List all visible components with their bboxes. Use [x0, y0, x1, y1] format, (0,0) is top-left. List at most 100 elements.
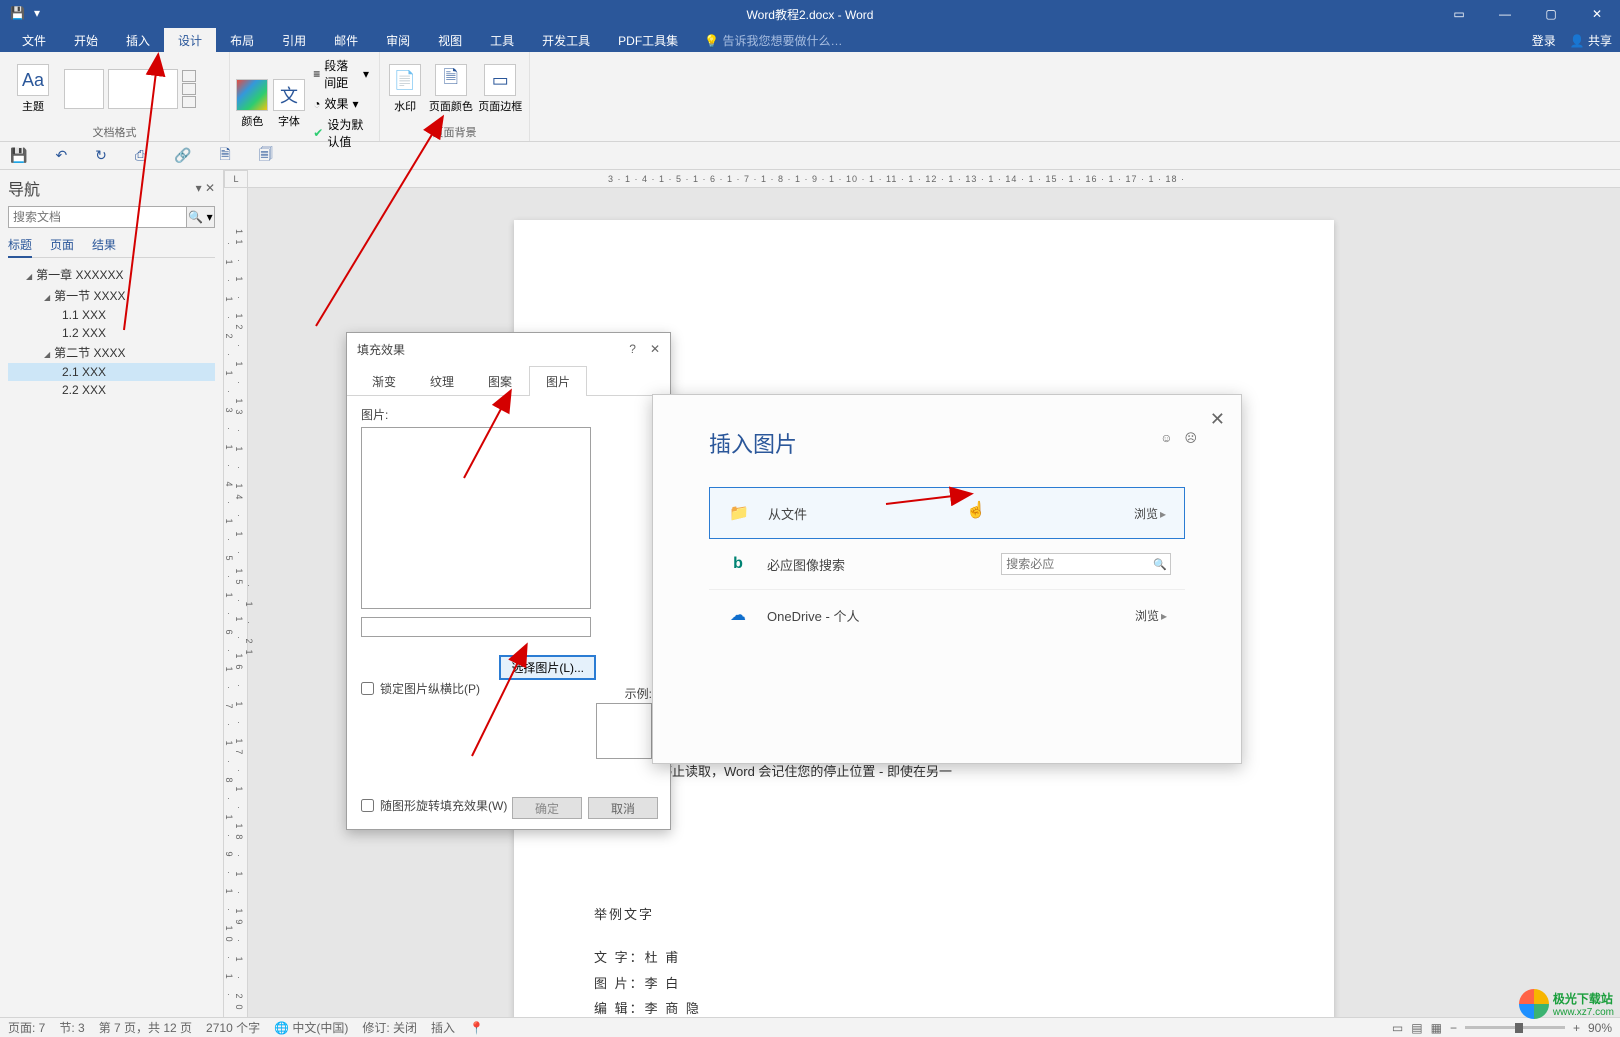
tab-developer[interactable]: 开发工具 [528, 28, 604, 52]
share-button[interactable]: 👤 共享 [1570, 32, 1612, 49]
zoom-slider[interactable] [1465, 1026, 1565, 1029]
themes-button[interactable]: Aa 主题 [6, 56, 60, 122]
page-color-button[interactable]: 🗎 页面颜色 [428, 56, 473, 122]
theme-thumb-2[interactable] [108, 69, 178, 109]
tab-pdf[interactable]: PDF工具集 [604, 28, 692, 52]
view-web-icon[interactable]: ▦ [1431, 1021, 1442, 1035]
tell-me-box[interactable]: 💡 告诉我您想要做什么… [704, 32, 842, 49]
lock-ratio-checkbox[interactable] [361, 682, 374, 695]
close-icon[interactable]: ✕ [1210, 409, 1225, 430]
undo-icon[interactable]: ↶ [55, 147, 67, 164]
qat-icon-4[interactable]: ⎙ [135, 147, 146, 164]
nav-tab-pages[interactable]: 页面 [50, 236, 74, 253]
tab-review[interactable]: 审阅 [372, 28, 424, 52]
tree-node-selected[interactable]: 2.1 XXX [8, 363, 215, 381]
effects-button[interactable]: ◔ 效果 ▾ [309, 94, 373, 113]
maximize-button[interactable]: ▢ [1528, 0, 1574, 28]
tab-layout[interactable]: 布局 [216, 28, 268, 52]
close-window-button[interactable]: ✕ [1574, 0, 1620, 28]
set-default-button[interactable]: ✔ 设为默认值 [309, 115, 373, 151]
group-label-page-bg: 页面背景 [386, 122, 523, 142]
tree-node[interactable]: 第一节 XXXX [8, 285, 215, 306]
tab-picture[interactable]: 图片 [529, 366, 587, 396]
nav-close-icon[interactable]: ✕ [205, 181, 215, 195]
fonts-button[interactable]: 文 字体 [273, 71, 306, 137]
status-page-total[interactable]: 页面: 7 [8, 1019, 45, 1036]
bing-row[interactable]: b 必应图像搜索 🔍 [709, 539, 1185, 590]
view-read-icon[interactable]: ▭ [1392, 1021, 1403, 1035]
zoom-level[interactable]: 90% [1588, 1021, 1612, 1035]
fonts-icon: 文 [273, 79, 305, 111]
status-page-of[interactable]: 第 7 页，共 12 页 [99, 1019, 192, 1036]
smile-icon[interactable]: ☺ [1160, 431, 1172, 445]
browse-link-2[interactable]: 浏览▸ [1135, 607, 1167, 624]
para-spacing-button[interactable]: ≡ 段落间距 ▾ [309, 56, 373, 92]
tab-pattern[interactable]: 图案 [471, 366, 529, 396]
from-file-row[interactable]: 📁 从文件 浏览▸ [709, 487, 1185, 539]
status-insert[interactable]: 插入 [431, 1019, 455, 1036]
status-section[interactable]: 节: 3 [59, 1019, 84, 1036]
status-words[interactable]: 2710 个字 [206, 1019, 260, 1036]
save-icon[interactable]: 💾 [10, 147, 27, 164]
tree-node[interactable]: 第二节 XXXX [8, 342, 215, 363]
tab-design[interactable]: 设计 [164, 28, 216, 52]
status-lang[interactable]: 🌐 中文(中国) [274, 1019, 348, 1036]
cancel-button[interactable]: 取消 [588, 797, 658, 819]
browse-link[interactable]: 浏览▸ [1134, 505, 1166, 522]
theme-thumb-1[interactable] [64, 69, 104, 109]
zoom-out-icon[interactable]: − [1450, 1021, 1457, 1035]
redo-icon[interactable]: ↻ [95, 147, 107, 164]
select-picture-button[interactable]: 选择图片(L)... [499, 655, 596, 680]
status-track[interactable]: 修订: 关闭 [362, 1019, 417, 1036]
nav-search[interactable]: 🔍 ▾ [8, 206, 215, 228]
tree-node[interactable]: 第一章 XXXXXX [8, 264, 215, 285]
ok-button[interactable]: 确定 [512, 797, 582, 819]
gallery-up-icon[interactable] [182, 70, 196, 82]
rotate-label: 随图形旋转填充效果(W) [380, 797, 507, 814]
nav-tab-results[interactable]: 结果 [92, 236, 116, 253]
onedrive-row[interactable]: ☁ OneDrive - 个人 浏览▸ [709, 590, 1185, 640]
login-link[interactable]: 登录 [1532, 32, 1556, 49]
bing-search-input[interactable] [1001, 553, 1171, 575]
tree-node[interactable]: 1.1 XXX [8, 306, 215, 324]
search-icon[interactable]: 🔍 [1153, 558, 1167, 571]
tab-view[interactable]: 视图 [424, 28, 476, 52]
ribbon-display-icon[interactable]: ▭ [1436, 0, 1482, 28]
gallery-down-icon[interactable] [182, 83, 196, 95]
qat-icon-7[interactable]: 🗐 [259, 144, 273, 168]
colors-button[interactable]: 颜色 [236, 71, 269, 137]
cursor-icon: ☝ [966, 500, 986, 520]
search-input[interactable] [9, 207, 186, 227]
nav-tab-headings[interactable]: 标题 [8, 236, 32, 258]
minimize-button[interactable]: — [1482, 0, 1528, 28]
tab-texture[interactable]: 纹理 [413, 366, 471, 396]
watermark: 极光下载站 www.xz7.com [1519, 989, 1614, 1019]
tree-node[interactable]: 2.2 XXX [8, 381, 215, 399]
tab-gradient[interactable]: 渐变 [355, 366, 413, 396]
qat-icon-6[interactable]: 🗎 [220, 144, 231, 168]
vertical-ruler[interactable]: · 1 · 1 · 2 · 1 · 3 · 1 · 4 · 1 · 5 · 1 … [224, 188, 248, 1017]
watermark-button[interactable]: 📄 水印 [386, 56, 424, 122]
tab-tools[interactable]: 工具 [476, 28, 528, 52]
nav-dropdown-icon[interactable]: ▾ [196, 181, 202, 195]
qat-arrow-icon[interactable]: ▾ [34, 6, 50, 22]
zoom-in-icon[interactable]: + [1573, 1021, 1580, 1035]
help-icon[interactable]: ? [629, 342, 636, 356]
rotate-checkbox[interactable] [361, 799, 374, 812]
search-icon[interactable]: 🔍 ▾ [186, 207, 214, 227]
status-rec[interactable]: 📍 [469, 1021, 484, 1035]
tree-node[interactable]: 1.2 XXX [8, 324, 215, 342]
qat-icon-5[interactable]: 🔗 [174, 147, 191, 164]
close-icon[interactable]: ✕ [650, 342, 660, 356]
picture-path-input[interactable] [361, 617, 591, 637]
horizontal-ruler[interactable]: 3 · 1 · 4 · 1 · 5 · 1 · 6 · 1 · 7 · 1 · … [248, 170, 1620, 188]
view-print-icon[interactable]: ▤ [1411, 1021, 1422, 1035]
gallery-more-icon[interactable] [182, 96, 196, 108]
page-border-button[interactable]: ▭ 页面边框 [478, 56, 523, 122]
tab-references[interactable]: 引用 [268, 28, 320, 52]
tab-insert[interactable]: 插入 [112, 28, 164, 52]
tab-file[interactable]: 文件 [8, 28, 60, 52]
tab-home[interactable]: 开始 [60, 28, 112, 52]
frown-icon[interactable]: ☹ [1184, 431, 1197, 445]
tab-mailings[interactable]: 邮件 [320, 28, 372, 52]
